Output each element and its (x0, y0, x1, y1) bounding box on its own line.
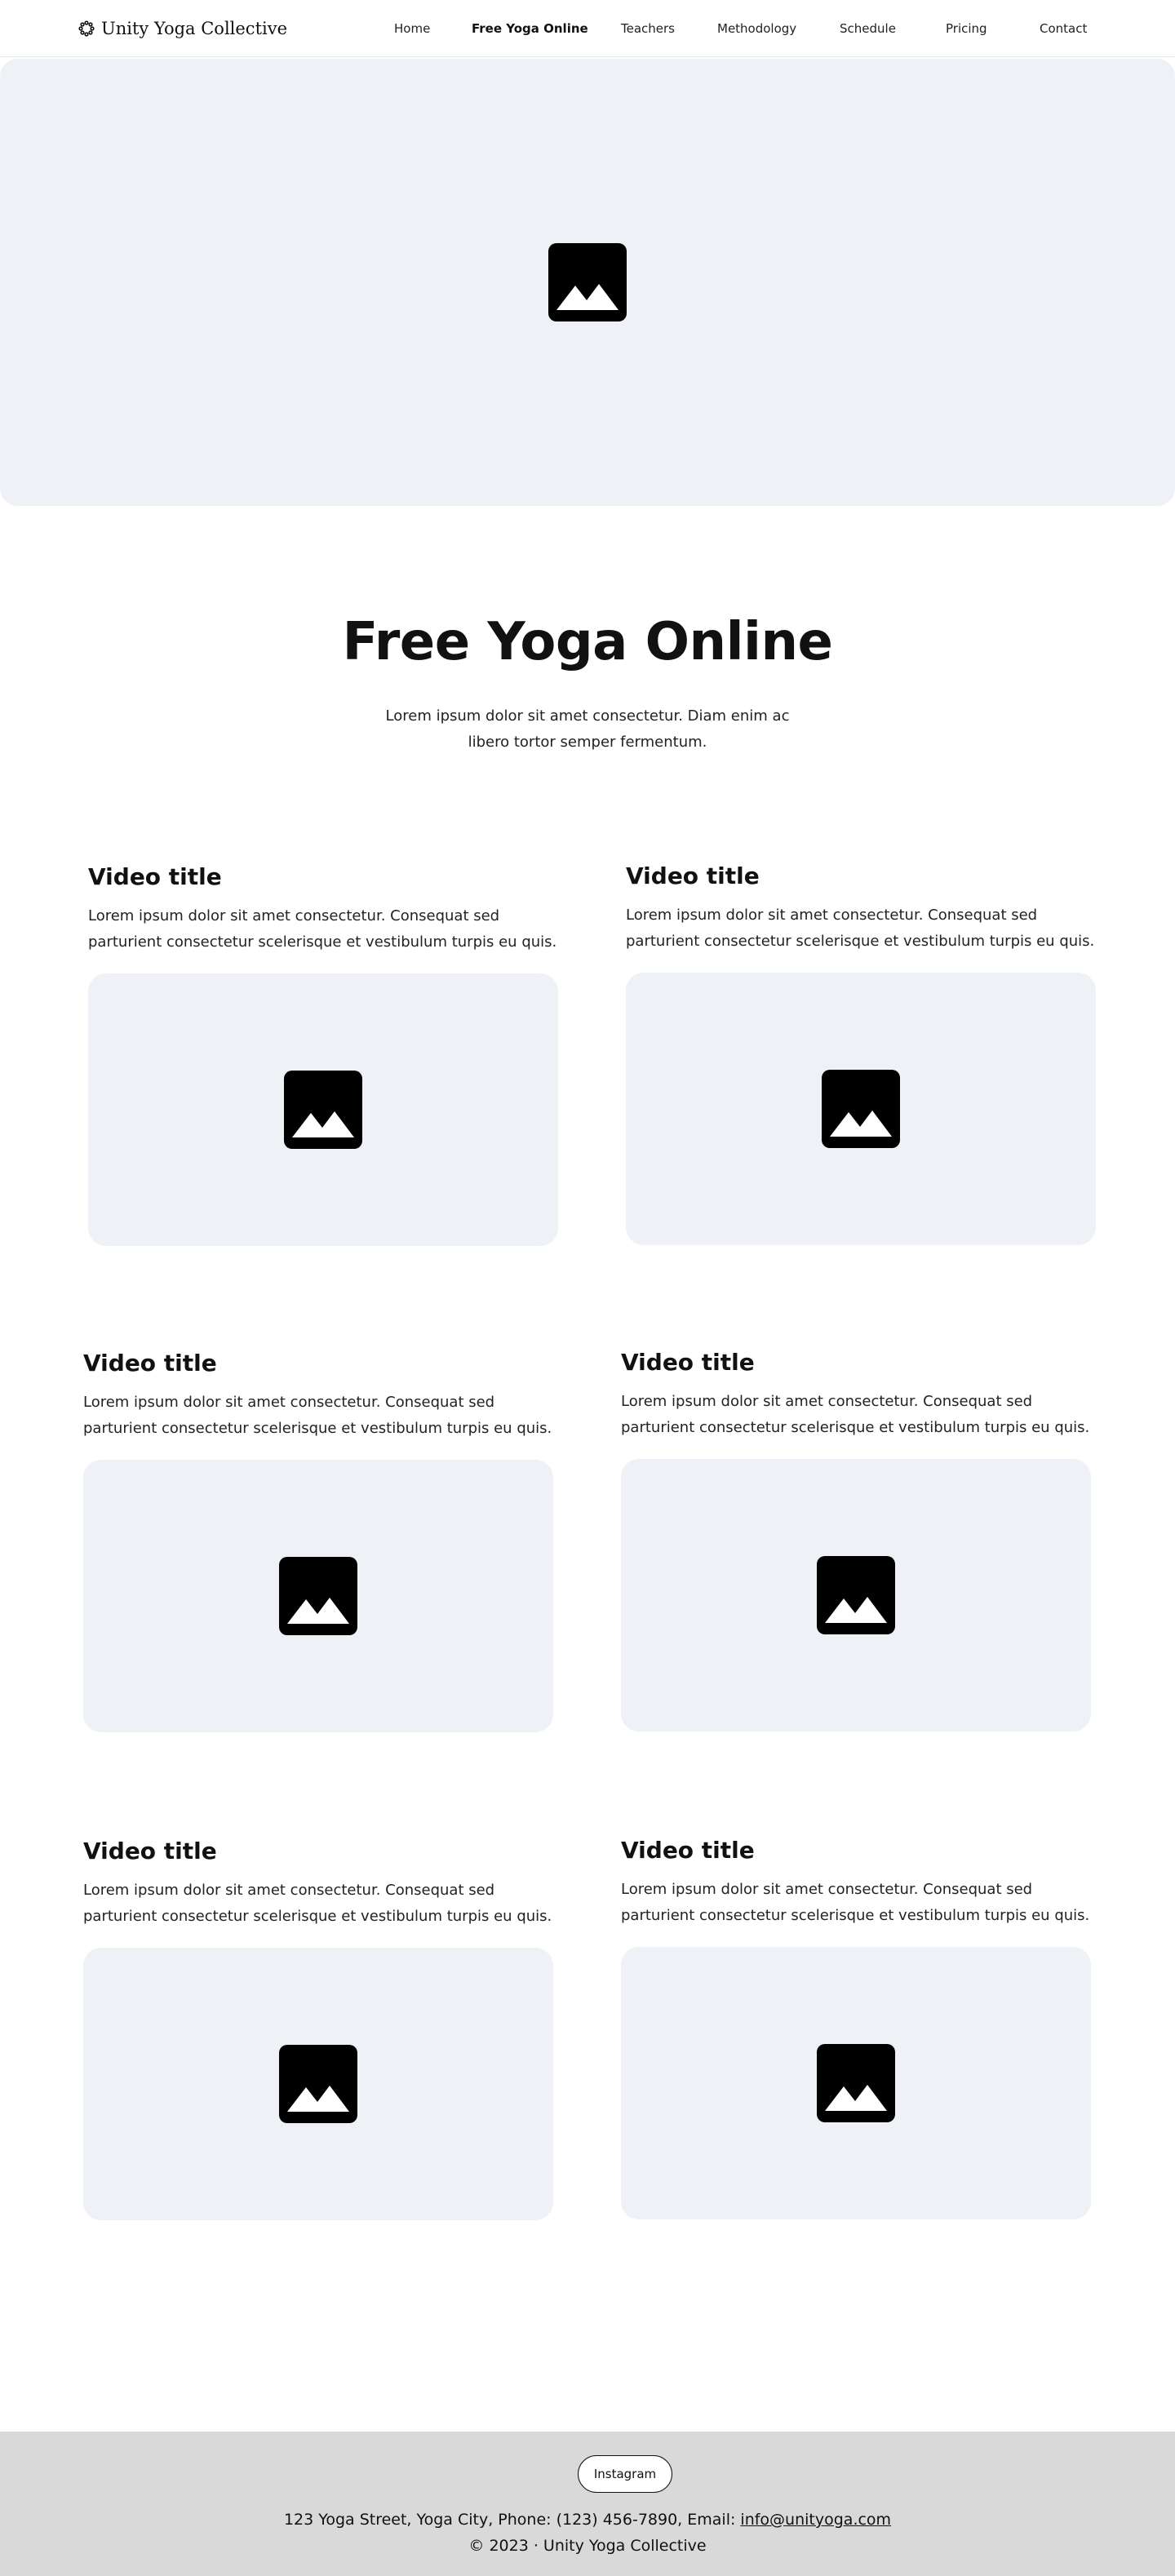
brand-name: Unity Yoga Collective (101, 19, 288, 38)
video-card: Video title Lorem ipsum dolor sit amet c… (626, 862, 1096, 1245)
nav-contact[interactable]: Contact (1040, 21, 1087, 36)
image-placeholder-icon (822, 1070, 900, 1148)
footer-address-phone: 123 Yoga Street, Yoga City, Phone: (123)… (283, 2511, 741, 2529)
footer-email-link[interactable]: info@unityoga.com (740, 2511, 891, 2529)
video-thumbnail[interactable] (621, 1947, 1091, 2219)
site-footer: Instagram 123 Yoga Street, Yoga City, Ph… (0, 2432, 1175, 2576)
video-description: Lorem ipsum dolor sit amet consectetur. … (626, 907, 1095, 950)
lotus-logo-icon (78, 20, 95, 37)
image-placeholder-icon (548, 243, 627, 321)
image-placeholder-icon (817, 1556, 895, 1634)
video-card: Video title Lorem ipsum dolor sit amet c… (83, 1837, 553, 2220)
image-placeholder-icon (279, 1557, 357, 1635)
video-description: Lorem ipsum dolor sit amet consectetur. … (83, 1882, 552, 1925)
video-thumbnail[interactable] (83, 1460, 553, 1732)
video-title: Video title (626, 862, 760, 889)
video-title: Video title (621, 1837, 755, 1864)
video-description: Lorem ipsum dolor sit amet consectetur. … (621, 1393, 1090, 1436)
image-placeholder-icon (284, 1071, 362, 1149)
video-title: Video title (83, 1838, 217, 1864)
video-thumbnail[interactable] (83, 1948, 553, 2220)
page-intro-text: Lorem ipsum dolor sit amet consectetur. … (385, 707, 790, 751)
video-card: Video title Lorem ipsum dolor sit amet c… (88, 862, 558, 1246)
brand-logo-link[interactable]: Unity Yoga Collective (78, 0, 287, 57)
nav-free-yoga-online[interactable]: Free Yoga Online (472, 21, 588, 36)
footer-contact-info: 123 Yoga Street, Yoga City, Phone: (123)… (0, 2508, 1175, 2531)
instagram-button[interactable]: Instagram (578, 2455, 672, 2493)
video-thumbnail[interactable] (88, 973, 558, 1246)
image-placeholder-icon (279, 2045, 357, 2123)
nav-schedule[interactable]: Schedule (840, 21, 896, 36)
nav-home[interactable]: Home (394, 21, 430, 36)
nav-pricing[interactable]: Pricing (946, 21, 987, 36)
video-thumbnail[interactable] (626, 973, 1096, 1245)
video-title: Video title (621, 1349, 755, 1376)
video-card: Video title Lorem ipsum dolor sit amet c… (621, 1348, 1091, 1731)
page-title: Free Yoga Online (342, 612, 833, 672)
video-thumbnail[interactable] (621, 1459, 1091, 1731)
video-description: Lorem ipsum dolor sit amet consectetur. … (83, 1394, 552, 1437)
nav-teachers[interactable]: Teachers (621, 21, 675, 36)
video-description: Lorem ipsum dolor sit amet consectetur. … (621, 1881, 1090, 1924)
video-description: Lorem ipsum dolor sit amet consectetur. … (88, 907, 557, 951)
video-title: Video title (88, 863, 222, 890)
video-card: Video title Lorem ipsum dolor sit amet c… (83, 1349, 553, 1732)
image-placeholder-icon (817, 2044, 895, 2122)
footer-copyright: © 2023 · Unity Yoga Collective (468, 2537, 707, 2555)
hero-image (0, 59, 1175, 506)
video-title: Video title (83, 1350, 217, 1377)
site-header: Unity Yoga Collective Home Free Yoga Onl… (0, 0, 1175, 57)
nav-methodology[interactable]: Methodology (717, 21, 796, 36)
video-card: Video title Lorem ipsum dolor sit amet c… (621, 1836, 1091, 2219)
